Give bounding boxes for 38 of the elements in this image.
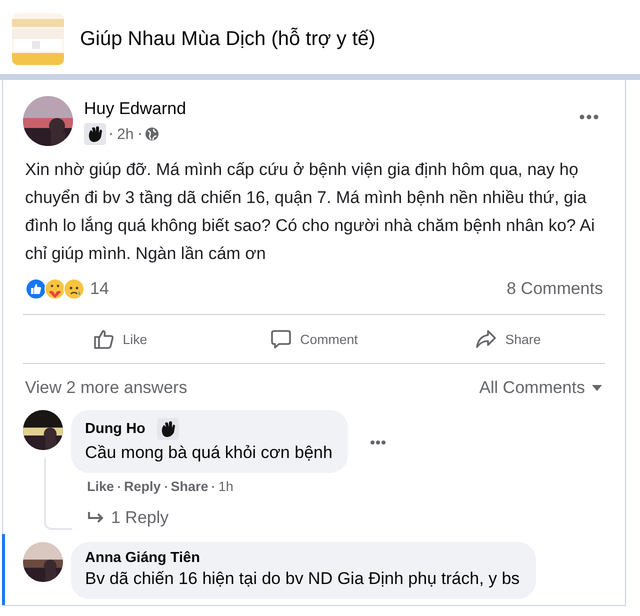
caret-icon	[591, 384, 603, 392]
commenter-name[interactable]: Anna Giáng Tiên	[85, 550, 200, 566]
reaction-count[interactable]: 14	[90, 279, 109, 299]
sort-dropdown[interactable]: All Comments	[479, 378, 603, 398]
separator-dot	[110, 133, 112, 135]
sad-reaction-icon	[63, 278, 85, 300]
author-name[interactable]: Huy Edwarnd	[84, 99, 186, 119]
globe-icon	[144, 127, 159, 141]
comment-text: Bv dã chiến 16 hiện tại do bv ND Gia Định phụ trách, y bs	[85, 569, 520, 589]
commenter-name[interactable]: Dung Ho	[85, 421, 146, 437]
comment-count[interactable]: 8 Comments	[506, 279, 603, 299]
connector-line	[44, 458, 72, 530]
view-more-link[interactable]: View 2 more answers	[25, 378, 188, 398]
wave-badge-icon	[84, 123, 106, 145]
thumbs-up-icon	[92, 328, 115, 350]
more-options-icon[interactable]	[370, 440, 386, 445]
separator-dot	[138, 133, 141, 135]
like-button[interactable]: Like	[23, 315, 217, 363]
separator-dot	[212, 486, 214, 488]
share-button[interactable]: Share	[411, 315, 605, 363]
speech-bubble-icon	[270, 328, 292, 350]
timestamp[interactable]: 2h	[117, 126, 134, 142]
reply-arrow-icon	[87, 511, 105, 525]
like-reaction-icon	[25, 278, 47, 300]
care-reaction-icon	[44, 278, 66, 300]
separator-dot	[118, 486, 120, 488]
group-title[interactable]: Giúp Nhau Mùa Dịch (hỗ trợ y tế)	[80, 28, 376, 50]
separator-dot	[164, 486, 167, 488]
comment-action-link[interactable]: Like	[87, 479, 114, 494]
timestamp[interactable]: 1h	[218, 479, 234, 494]
comment-action-link[interactable]: Share	[170, 479, 208, 494]
comment-button[interactable]: Comment	[217, 315, 411, 363]
comment-text: Cầu mong bà quá khỏi cơn bệnh	[85, 443, 332, 463]
comment-action-link[interactable]: Reply	[124, 479, 161, 494]
more-options-icon[interactable]	[579, 114, 599, 120]
replies-link[interactable]: 1 Reply	[87, 508, 169, 528]
post-text: Xin nhờ giúp đỡ. Má mình cấp cứu ở bệnh viện gia định hôm qua, nay họ chuyển đi bv 3 tầng dã chiến 16, quận 7. Má mình bệnh nền nhiều thứ, gia đình lo lắng quá không biết sao? Có cho người nhà chăm bệnh nhân ko? Ai chỉ giúp mình. Ngàn lần cám ơn	[25, 159, 596, 265]
share-arrow-icon	[475, 328, 498, 350]
